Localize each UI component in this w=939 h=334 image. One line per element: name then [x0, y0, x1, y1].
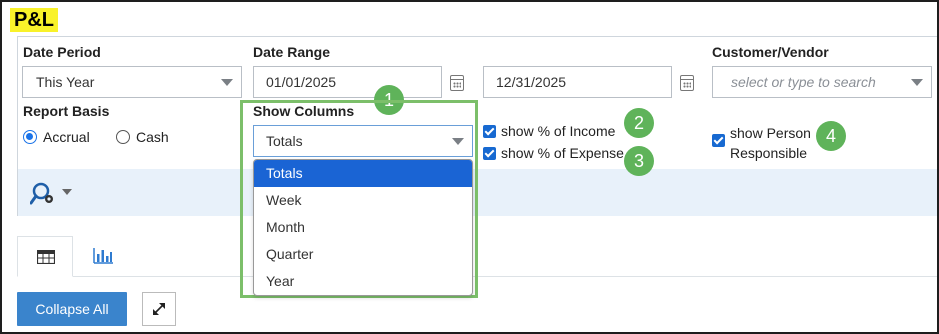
- search-settings-button[interactable]: [30, 181, 74, 205]
- date-range-label: Date Range: [253, 44, 331, 60]
- page-title: P&L: [10, 8, 58, 32]
- bar-chart-icon: [93, 248, 113, 264]
- date-period-select[interactable]: This Year: [22, 66, 242, 98]
- show-columns-dropdown: Totals Week Month Quarter Year: [253, 159, 473, 296]
- checkbox-person-label-line2: Responsible: [730, 145, 808, 161]
- chevron-down-icon: [221, 79, 233, 86]
- customer-vendor-placeholder: select or type to search: [731, 74, 876, 90]
- table-icon: [37, 250, 55, 264]
- customer-vendor-label: Customer/Vendor: [712, 44, 829, 60]
- callout-3: 3: [624, 146, 654, 176]
- checkbox-person-label-line1: show Person: [730, 125, 811, 141]
- dropdown-option-quarter[interactable]: Quarter: [254, 241, 472, 268]
- dropdown-option-totals[interactable]: Totals: [254, 160, 472, 187]
- checkbox-pct-income[interactable]: show % of Income: [483, 123, 615, 139]
- end-date-value: 12/31/2025: [496, 74, 567, 90]
- date-period-value: This Year: [36, 74, 95, 90]
- radio-accrual-label: Accrual: [43, 129, 90, 145]
- radio-button-checked[interactable]: [23, 130, 37, 144]
- tab-table[interactable]: [17, 236, 73, 277]
- dropdown-option-week[interactable]: Week: [254, 187, 472, 214]
- tab-chart[interactable]: [75, 236, 131, 277]
- checkbox-person-responsible[interactable]: show Person Responsible: [712, 123, 811, 163]
- radio-cash-label: Cash: [136, 129, 169, 145]
- checkbox-pct-expense[interactable]: show % of Expense: [483, 145, 624, 161]
- radio-accrual[interactable]: Accrual: [23, 129, 90, 145]
- customer-vendor-select[interactable]: select or type to search: [712, 66, 932, 98]
- calendar-icon[interactable]: [450, 75, 464, 91]
- checkbox-pct-expense-label: show % of Expense: [501, 145, 624, 161]
- dropdown-option-year[interactable]: Year: [254, 268, 472, 295]
- checkbox-checked-icon[interactable]: [712, 134, 725, 147]
- report-basis-label: Report Basis: [23, 103, 110, 119]
- radio-cash[interactable]: Cash: [116, 129, 169, 145]
- callout-4: 4: [816, 121, 846, 151]
- checkbox-pct-income-label: show % of Income: [501, 123, 616, 139]
- chevron-down-icon: [911, 79, 923, 86]
- end-date-input[interactable]: 12/31/2025: [483, 66, 672, 98]
- checkbox-checked-icon[interactable]: [483, 124, 496, 138]
- expand-icon: [153, 303, 165, 315]
- search-gear-icon: [30, 182, 53, 205]
- checkbox-person-label: show Person Responsible: [730, 123, 811, 163]
- start-date-value: 01/01/2025: [266, 74, 337, 90]
- chevron-down-icon: [62, 189, 72, 195]
- dropdown-option-month[interactable]: Month: [254, 214, 472, 241]
- date-period-label: Date Period: [23, 44, 101, 60]
- callout-2: 2: [624, 108, 654, 138]
- expand-button[interactable]: [142, 292, 176, 326]
- start-date-input[interactable]: 01/01/2025: [253, 66, 442, 98]
- checkbox-checked-icon[interactable]: [483, 146, 496, 160]
- radio-button[interactable]: [116, 130, 130, 144]
- calendar-icon[interactable]: [680, 75, 694, 91]
- collapse-all-button[interactable]: Collapse All: [17, 292, 127, 326]
